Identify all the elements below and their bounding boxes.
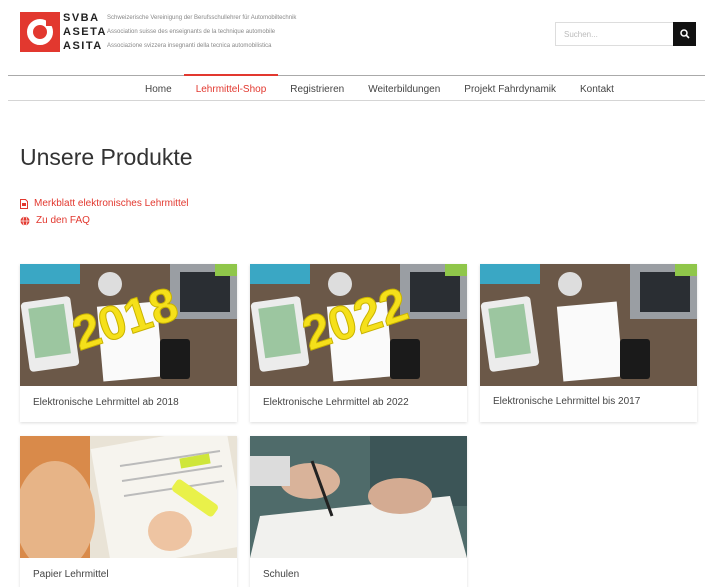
brand-row: ASITA Associazione svizzera insegnanti d… (63, 39, 296, 53)
search-icon (679, 29, 690, 39)
product-card[interactable]: Elektronische Lehrmittel bis 2017 (480, 264, 697, 422)
logo-icon[interactable] (20, 12, 60, 52)
product-label: Papier Lehrmittel (33, 569, 109, 580)
site-header: SVBA Schweizerische Vereinigung der Beru… (0, 0, 705, 75)
brand-code: ASITA (63, 40, 103, 52)
product-image (20, 436, 237, 558)
brand-row: ASETA Association suisse des enseignants… (63, 25, 296, 39)
product-label: Schulen (263, 569, 300, 580)
search-button[interactable] (673, 22, 696, 46)
search-form (555, 22, 696, 46)
brand-description: Association suisse des enseignants de la… (107, 29, 276, 35)
brand-description: Associazione svizzera insegnanti della t… (107, 43, 272, 49)
product-image (480, 264, 697, 386)
nav-item-lehrmittel-shop[interactable]: Lehrmittel-Shop (183, 74, 279, 101)
product-card[interactable]: Schulen (250, 436, 467, 587)
product-label: Elektronische Lehrmittel ab 2018 (33, 397, 179, 408)
nav-item-weiterbildungen[interactable]: Weiterbildungen (356, 76, 452, 101)
brand-row: SVBA Schweizerische Vereinigung der Beru… (63, 11, 296, 25)
merkblatt-link[interactable]: Merkblatt elektronisches Lehrmittel (20, 195, 189, 212)
brand-text: SVBA Schweizerische Vereinigung der Beru… (63, 11, 296, 53)
nav-item-registrieren[interactable]: Registrieren (278, 76, 356, 101)
nav-item-kontakt[interactable]: Kontakt (568, 76, 626, 101)
brand-code: ASETA (63, 26, 107, 38)
page-title: Unsere Produkte (20, 144, 193, 170)
search-input[interactable] (555, 22, 673, 46)
product-label: Elektronische Lehrmittel bis 2017 (493, 396, 641, 407)
brand-description: Schweizerische Vereinigung der Berufssch… (107, 15, 297, 21)
pdf-icon (20, 198, 28, 209)
product-card[interactable]: 2018 Elektronische Lehrmittel ab 2018 (20, 264, 237, 422)
product-image: 2022 (250, 264, 467, 386)
main-nav: Home Lehrmittel-Shop Registrieren Weiter… (8, 74, 705, 101)
info-links: Merkblatt elektronisches Lehrmittel Zu d… (20, 195, 189, 229)
merkblatt-link-label: Merkblatt elektronisches Lehrmittel (34, 198, 189, 209)
product-image (250, 436, 467, 558)
product-label: Elektronische Lehrmittel ab 2022 (263, 397, 409, 408)
product-image: 2018 (20, 264, 237, 386)
brand-code: SVBA (63, 12, 100, 24)
faq-link[interactable]: Zu den FAQ (20, 212, 189, 229)
product-card[interactable]: Papier Lehrmittel (20, 436, 237, 587)
nav-item-home[interactable]: Home (133, 76, 184, 101)
nav-item-projekt-fahrdynamik[interactable]: Projekt Fahrdynamik (452, 76, 568, 101)
faq-link-label: Zu den FAQ (36, 215, 90, 226)
globe-icon (20, 215, 30, 226)
product-card[interactable]: 2022 Elektronische Lehrmittel ab 2022 (250, 264, 467, 422)
